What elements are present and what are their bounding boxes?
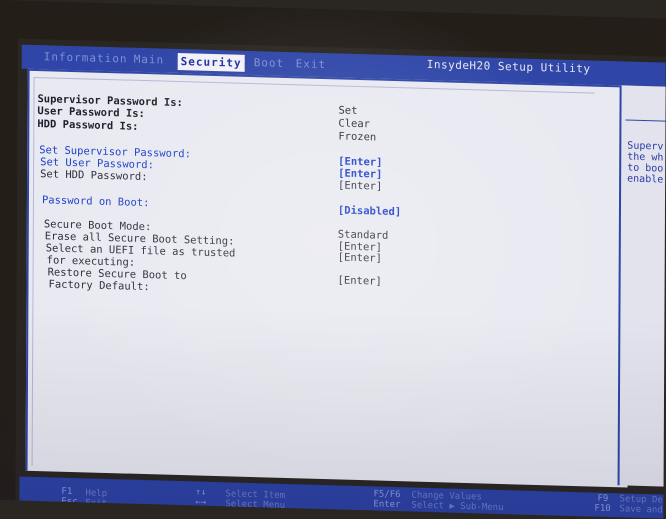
set-hdd-password-button[interactable]: [Enter] [338, 179, 382, 192]
enter-key: Enter [373, 499, 401, 511]
select-submenu-text: Select ▶ Sub-Menu [411, 500, 504, 514]
save-and-exit-text: Save and [619, 504, 663, 516]
updown-arrows-icon: ↑↓ [195, 487, 207, 498]
select-menu-text: Select Menu [225, 499, 286, 511]
tab-exit[interactable]: Exit [296, 57, 327, 71]
f9-key: F9 [597, 493, 609, 504]
esc-key: Esc [61, 496, 78, 508]
user-password-status-value: Clear [338, 117, 371, 131]
password-on-boot-value[interactable]: [Disabled] [338, 204, 401, 218]
f10-key: F10 [594, 503, 611, 515]
f1-key: F1 [61, 486, 73, 498]
restore-secure-boot-button[interactable]: [Enter] [338, 274, 382, 287]
tab-information[interactable]: Information [44, 50, 128, 65]
leftright-arrows-icon: ←→ [195, 497, 207, 508]
select-uefi-button[interactable]: [Enter] [338, 251, 382, 264]
supervisor-password-status-value: Set [338, 104, 358, 117]
hdd-password-status-value: Frozen [338, 130, 377, 144]
utility-title: InsydeH20 Setup Utility [426, 57, 591, 76]
tab-main[interactable]: Main [134, 53, 165, 67]
f1-help-text: Help [85, 488, 108, 499]
monitor-bezel-left [0, 0, 18, 501]
help-text: Superv the wh to boo enable [627, 140, 664, 186]
tab-boot[interactable]: Boot [254, 56, 285, 70]
tab-security[interactable]: Security [177, 52, 245, 72]
bios-screen: Information Main Security Boot Exit Insy… [0, 0, 666, 519]
